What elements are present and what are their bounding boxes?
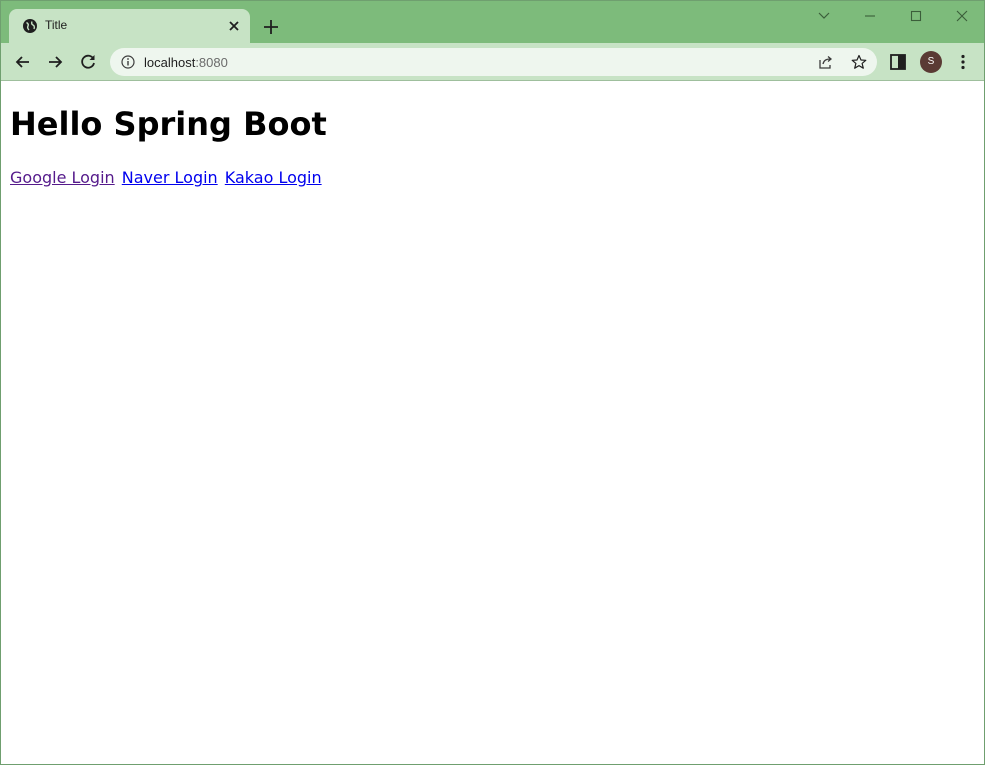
reload-icon[interactable] [78,52,98,72]
tab-active[interactable]: Title [9,9,250,43]
kebab-menu-icon[interactable] [953,52,973,72]
close-icon[interactable] [226,18,242,34]
kakao-login-link[interactable]: Kakao Login [225,168,322,187]
globe-icon [23,19,37,33]
url-text[interactable]: localhost:8080 [144,55,228,70]
page-title: Hello Spring Boot [10,105,327,143]
chevron-down-icon[interactable] [812,7,836,25]
url-host: localhost [144,55,196,70]
plus-icon[interactable] [261,17,281,37]
browser-window: Title localhost:8080 S Hello Spring Boot… [0,0,985,765]
address-bar[interactable]: localhost:8080 [110,48,877,76]
forward-arrow-icon[interactable] [45,52,65,72]
minimize-icon[interactable] [858,7,882,25]
login-links: Google Login Naver Login Kakao Login [10,168,324,187]
tab-strip: Title [1,1,984,43]
page-content: Hello Spring Boot Google Login Naver Log… [1,81,984,764]
google-login-link[interactable]: Google Login [10,168,115,187]
naver-login-link[interactable]: Naver Login [122,168,218,187]
side-panel-icon[interactable] [888,52,908,72]
info-icon[interactable] [121,55,135,69]
back-arrow-icon[interactable] [13,52,33,72]
url-port: :8080 [195,55,228,70]
star-icon[interactable] [851,54,867,70]
share-icon[interactable] [818,54,834,70]
close-window-icon[interactable] [950,7,974,25]
avatar[interactable]: S [920,51,942,73]
browser-toolbar: localhost:8080 S [1,43,984,81]
maximize-icon[interactable] [904,7,928,25]
tab-title: Title [45,18,68,32]
